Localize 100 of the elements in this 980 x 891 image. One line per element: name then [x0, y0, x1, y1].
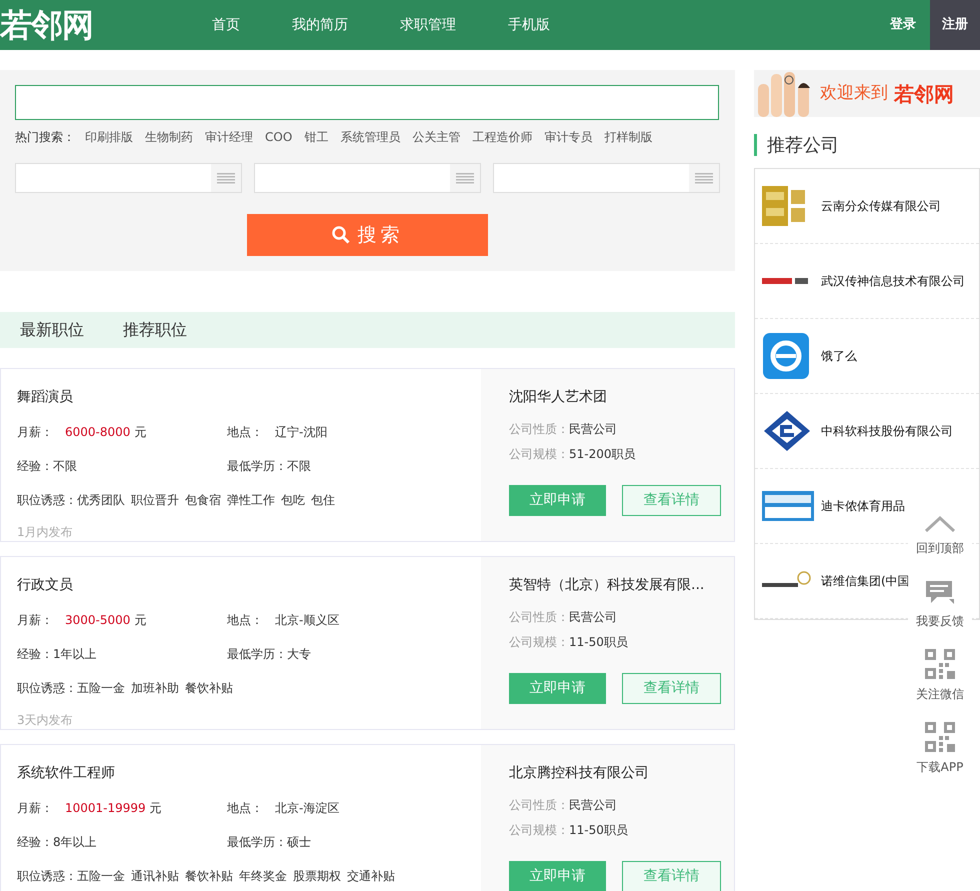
size-value: 11-50职员: [569, 822, 628, 839]
company-name[interactable]: 北京腾控科技有限公司: [509, 763, 734, 783]
hot-search-link[interactable]: 生物制药: [145, 128, 193, 146]
company-link[interactable]: 云南分众传媒有限公司: [821, 197, 941, 215]
nav-link[interactable]: 求职管理: [400, 14, 456, 36]
nav-link[interactable]: 手机版: [508, 14, 550, 36]
select-field[interactable]: [15, 163, 242, 193]
perk-tag: 餐饮补贴: [185, 679, 233, 697]
size-label: 公司规模：: [509, 634, 569, 651]
company-logo: [762, 409, 812, 453]
tab[interactable]: 推荐职位: [123, 318, 187, 342]
tab[interactable]: 最新职位: [20, 318, 84, 342]
nature-value: 民营公司: [569, 421, 617, 438]
hot-search-link[interactable]: 公关主管: [412, 128, 460, 146]
register-button[interactable]: 注册: [930, 0, 980, 50]
nav-link[interactable]: 首页: [212, 14, 240, 36]
company-item[interactable]: 武汉传神信息技术有限公司: [755, 244, 979, 319]
salary-value: 10001-19999: [65, 800, 146, 817]
education-text: 最低学历：硕士: [227, 834, 311, 851]
perks-label: 职位诱惑：: [17, 680, 77, 697]
salary-label: 月薪：: [17, 424, 53, 441]
size-value: 11-50职员: [569, 634, 628, 651]
company-link[interactable]: 武汉传神信息技术有限公司: [821, 272, 965, 290]
posted-time: 1月内发布: [17, 525, 74, 539]
section-title: 推荐公司: [767, 134, 839, 158]
perk-tag: 优秀团队: [77, 491, 125, 509]
chat-bubble-icon: [925, 580, 955, 606]
perk-tag: 通讯补贴: [131, 867, 179, 885]
perk-tag: 餐饮补贴: [185, 867, 233, 885]
experience-text: 经验：1年以上: [17, 646, 98, 663]
company-link[interactable]: 中科软科技股份有限公司: [821, 422, 953, 440]
hot-search-link[interactable]: 审计专员: [544, 128, 592, 146]
perk-tag: 包住: [311, 491, 335, 509]
location-value: 北京-顺义区: [275, 612, 340, 629]
company-logo: [762, 276, 808, 286]
hot-search-link[interactable]: 打样制版: [604, 128, 652, 146]
perk-tag: 包吃: [281, 491, 305, 509]
list-icon: [217, 172, 235, 184]
perk-tag: 五险一金: [77, 867, 125, 885]
company-logo: [762, 186, 806, 226]
salary-unit: 元: [134, 424, 146, 441]
company-logo: [762, 332, 810, 380]
hot-search-link[interactable]: 审计经理: [205, 128, 253, 146]
qr-code-icon: [925, 722, 955, 752]
education-text: 最低学历：大专: [227, 646, 311, 663]
search-icon: [332, 226, 350, 244]
nature-label: 公司性质：: [509, 609, 569, 626]
chevron-up-icon: [924, 515, 956, 533]
location-value: 辽宁-沈阳: [275, 424, 328, 441]
select-field[interactable]: [493, 163, 720, 193]
qr-code-icon: [925, 649, 955, 679]
job-title[interactable]: 舞蹈演员: [17, 387, 465, 407]
company-link[interactable]: 迪卡侬体育用品: [821, 497, 905, 515]
company-logo: [762, 491, 814, 521]
job-title[interactable]: 行政文员: [17, 575, 465, 595]
company-item[interactable]: 云南分众传媒有限公司: [755, 169, 979, 244]
salary-value: 6000-8000: [65, 424, 130, 441]
salary-unit: 元: [134, 612, 146, 629]
location-value: 北京-海淀区: [275, 800, 340, 817]
salary-unit: 元: [150, 800, 162, 817]
hot-search-label: 热门搜索：: [15, 129, 75, 146]
login-link[interactable]: 登录: [890, 15, 916, 35]
nav-link[interactable]: 我的简历: [292, 14, 348, 36]
banner-brand: 若邻网: [894, 80, 954, 108]
hot-search-link[interactable]: 钳工: [304, 128, 328, 146]
toolbar-button[interactable]: 下载APP: [908, 707, 972, 780]
perks-label: 职位诱惑：: [17, 868, 77, 885]
location-label: 地点：: [227, 424, 263, 441]
perk-tag: 弹性工作: [227, 491, 275, 509]
salary-value: 3000-5000: [65, 612, 130, 629]
company-item[interactable]: 中科软科技股份有限公司: [755, 394, 979, 469]
select-field[interactable]: [254, 163, 481, 193]
education-text: 最低学历：不限: [227, 458, 311, 475]
toolbar-button[interactable]: 关注微信: [908, 634, 972, 707]
salary-label: 月薪：: [17, 612, 53, 629]
list-icon: [695, 172, 713, 184]
hot-search-link[interactable]: 系统管理员: [340, 128, 400, 146]
company-name[interactable]: 沈阳华人艺术团: [509, 387, 734, 407]
nature-label: 公司性质：: [509, 797, 569, 814]
banner-text: 欢迎来到: [820, 82, 888, 105]
nature-value: 民营公司: [569, 609, 617, 626]
location-label: 地点：: [227, 800, 263, 817]
search-input[interactable]: [15, 85, 719, 120]
perk-tag: 职位晋升: [131, 491, 179, 509]
perk-tag: 包食宿: [185, 491, 221, 509]
experience-text: 经验：不限: [17, 458, 78, 475]
hot-search-link[interactable]: 印刷排版: [85, 128, 133, 146]
salary-label: 月薪：: [17, 800, 53, 817]
nature-label: 公司性质：: [509, 421, 569, 438]
experience-text: 经验：8年以上: [17, 834, 98, 851]
perk-tag: 加班补助: [131, 679, 179, 697]
job-title[interactable]: 系统软件工程师: [17, 763, 465, 783]
company-name[interactable]: 英智特（北京）科技发展有限...: [509, 575, 734, 595]
company-link[interactable]: 饿了么: [821, 347, 857, 365]
hot-search-link[interactable]: 工程造价师: [472, 128, 532, 146]
hot-search-link[interactable]: COO: [265, 128, 292, 146]
size-label: 公司规模：: [509, 446, 569, 463]
size-label: 公司规模：: [509, 822, 569, 839]
perk-tag: 股票期权: [293, 867, 341, 885]
company-item[interactable]: 饿了么: [755, 319, 979, 394]
